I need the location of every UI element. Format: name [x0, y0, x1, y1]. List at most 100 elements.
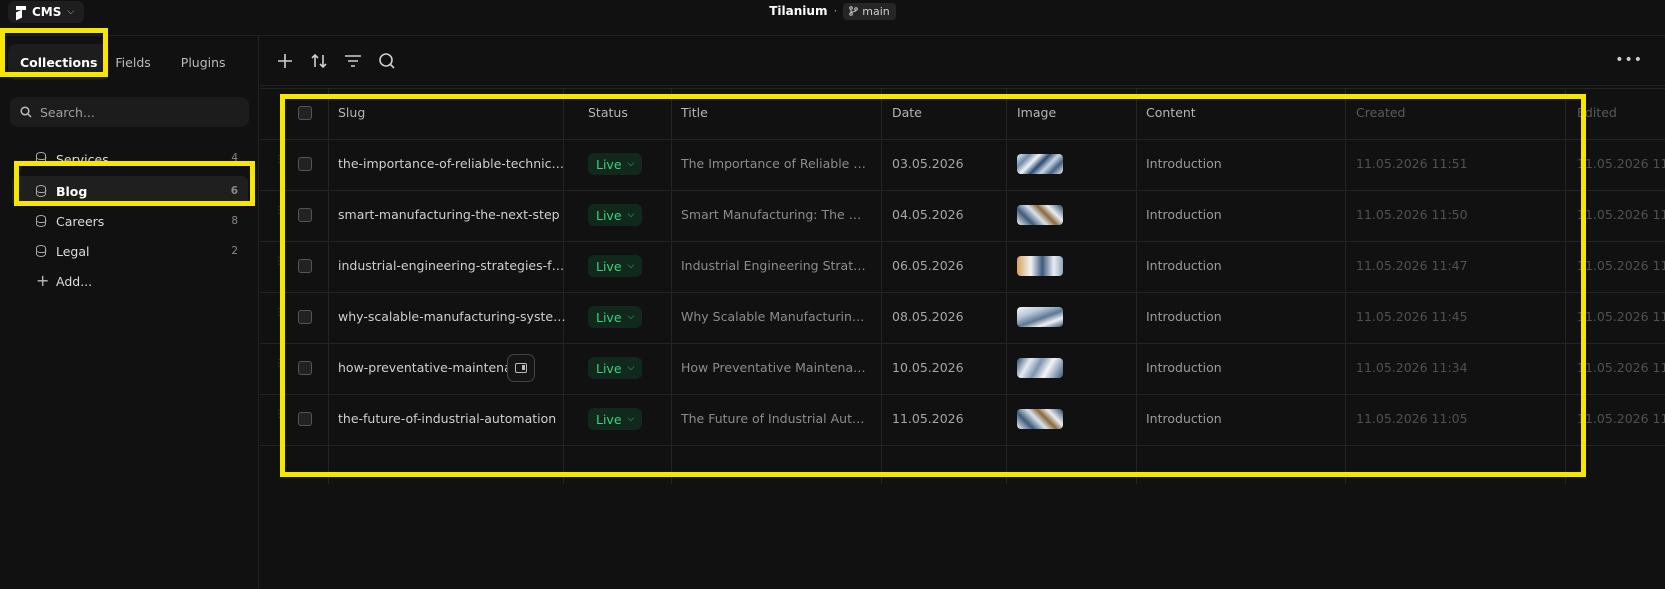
database-icon	[35, 152, 47, 164]
cell-created: 11.05.2026 11:45	[1356, 309, 1468, 324]
sidebar-item-legal[interactable]: Legal 2	[12, 236, 248, 266]
status-badge[interactable]: Live ⌵	[588, 255, 643, 277]
image-thumbnail[interactable]	[1017, 358, 1063, 378]
cell-created: 11.05.2026 11:47	[1356, 258, 1468, 273]
tab-collections[interactable]: Collections	[8, 44, 110, 80]
database-icon	[35, 185, 47, 197]
column-header-content[interactable]: Content	[1146, 105, 1196, 120]
row-checkbox[interactable]	[298, 157, 312, 171]
select-all-checkbox[interactable]	[298, 106, 312, 120]
sidebar-item-blog[interactable]: Blog 6	[12, 176, 248, 206]
image-thumbnail[interactable]	[1017, 307, 1063, 327]
sort-icon[interactable]	[308, 50, 330, 72]
table-row[interactable]: ⋮ the-future-of-industrial-automation Li…	[260, 394, 1665, 445]
table-row[interactable]: ⋮ smart-manufacturing-the-next-step Live…	[260, 190, 1665, 241]
cell-slug: why-scalable-manufacturing-systems-matte…	[338, 309, 568, 324]
image-thumbnail[interactable]	[1017, 409, 1063, 429]
chevron-down-icon: ⌵	[627, 312, 635, 322]
project-header: Tilanium · main	[0, 1, 1665, 21]
status-label: Live	[596, 258, 622, 274]
column-header-edited[interactable]: Edited	[1577, 105, 1617, 120]
drag-handle-icon[interactable]: ⋮	[274, 410, 284, 424]
image-thumbnail[interactable]	[1017, 256, 1063, 276]
column-header-created[interactable]: Created	[1356, 105, 1405, 120]
row-checkbox[interactable]	[298, 208, 312, 222]
chevron-down-icon: ⌵	[627, 159, 635, 169]
status-label: Live	[596, 411, 622, 427]
search-input[interactable]	[40, 104, 220, 120]
tab-fields[interactable]: Fields	[115, 44, 162, 80]
database-icon	[35, 215, 47, 227]
project-name[interactable]: Tilanium	[769, 4, 827, 18]
cell-slug: the-importance-of-reliable-technical-sup…	[338, 156, 568, 171]
image-thumbnail[interactable]	[1017, 205, 1063, 225]
sidebar-item-label: Careers	[56, 213, 105, 229]
search-icon[interactable]	[376, 50, 398, 72]
cell-edited: 11.05.2026 11:50	[1577, 207, 1665, 222]
cell-date: 11.05.2026	[892, 411, 964, 426]
status-badge[interactable]: Live ⌵	[588, 153, 643, 175]
branch-name: main	[862, 4, 890, 18]
top-bar: CMS ⌵ Tilanium · main	[0, 0, 1665, 36]
row-checkbox[interactable]	[298, 412, 312, 426]
row-checkbox[interactable]	[298, 259, 312, 273]
branch-badge[interactable]: main	[843, 2, 896, 20]
column-header-slug[interactable]: Slug	[338, 105, 365, 120]
status-badge[interactable]: Live ⌵	[588, 357, 643, 379]
drag-handle-icon[interactable]: ⋮	[274, 308, 284, 322]
table-row[interactable]: ⋮ how-preventative-maintenance Live ⌵ How…	[260, 343, 1665, 394]
cell-slug: smart-manufacturing-the-next-step	[338, 207, 560, 222]
column-header-status[interactable]: Status	[588, 105, 628, 120]
column-header-date[interactable]: Date	[892, 105, 922, 120]
plus-icon: +	[36, 271, 50, 290]
chevron-down-icon: ⌵	[627, 261, 635, 271]
drag-handle-icon[interactable]: ⋮	[274, 359, 284, 373]
table-row[interactable]: ⋮ why-scalable-manufacturing-systems-mat…	[260, 292, 1665, 343]
table-row[interactable]: ⋮ industrial-engineering-strategies-for-…	[260, 241, 1665, 292]
open-panel-button[interactable]	[507, 354, 535, 382]
item-count: 4	[231, 152, 238, 164]
status-badge[interactable]: Live ⌵	[588, 306, 643, 328]
image-thumbnail[interactable]	[1017, 154, 1063, 174]
status-label: Live	[596, 360, 622, 376]
item-count: 8	[231, 215, 238, 227]
cell-slug: how-preventative-maintenance	[338, 360, 528, 375]
sidebar-item-careers[interactable]: Careers 8	[12, 206, 248, 236]
sidebar: Collections Fields Plugins Services 4 Bl…	[0, 36, 259, 589]
add-item-icon[interactable]	[274, 50, 296, 72]
column-header-title[interactable]: Title	[681, 105, 708, 120]
sidebar-item-services[interactable]: Services 4	[12, 152, 248, 166]
search-box[interactable]	[10, 97, 249, 127]
cell-content: Introduction	[1146, 360, 1222, 375]
cell-slug: the-future-of-industrial-automation	[338, 411, 557, 426]
table-row[interactable]: ⋮ the-importance-of-reliable-technical-s…	[260, 139, 1665, 190]
row-checkbox[interactable]	[298, 361, 312, 375]
drag-handle-icon[interactable]: ⋮	[274, 155, 284, 169]
filter-icon[interactable]	[342, 50, 364, 72]
drag-handle-icon[interactable]: ⋮	[274, 257, 284, 271]
cell-date: 03.05.2026	[892, 156, 964, 171]
database-icon	[35, 245, 47, 257]
sidebar-item-label: Blog	[56, 183, 88, 199]
chevron-down-icon: ⌵	[627, 414, 635, 424]
cell-content: Introduction	[1146, 156, 1222, 171]
collections-list: Services 4 Blog 6 Careers 8 Legal 2 + Ad…	[12, 148, 248, 296]
item-count: 2	[231, 245, 238, 257]
status-badge[interactable]: Live ⌵	[588, 408, 643, 430]
add-collection-button[interactable]: + Add...	[12, 266, 248, 296]
cell-edited: 11.05.2026 11:51	[1577, 156, 1665, 171]
status-badge[interactable]: Live ⌵	[588, 204, 643, 226]
cell-created: 11.05.2026 11:50	[1356, 207, 1468, 222]
column-header-image[interactable]: Image	[1017, 105, 1056, 120]
cell-edited: 11.05.2026 11:34	[1577, 360, 1665, 375]
status-label: Live	[596, 309, 622, 325]
drag-handle-icon[interactable]: ⋮	[274, 206, 284, 220]
table-header: Slug Status Title Date Image Content Cre…	[260, 88, 1665, 139]
tab-plugins[interactable]: Plugins	[169, 44, 238, 80]
cell-date: 06.05.2026	[892, 258, 964, 273]
cell-date: 04.05.2026	[892, 207, 964, 222]
cell-date: 08.05.2026	[892, 309, 964, 324]
cell-content: Introduction	[1146, 309, 1222, 324]
more-icon[interactable]: •••	[1615, 52, 1643, 68]
row-checkbox[interactable]	[298, 310, 312, 324]
